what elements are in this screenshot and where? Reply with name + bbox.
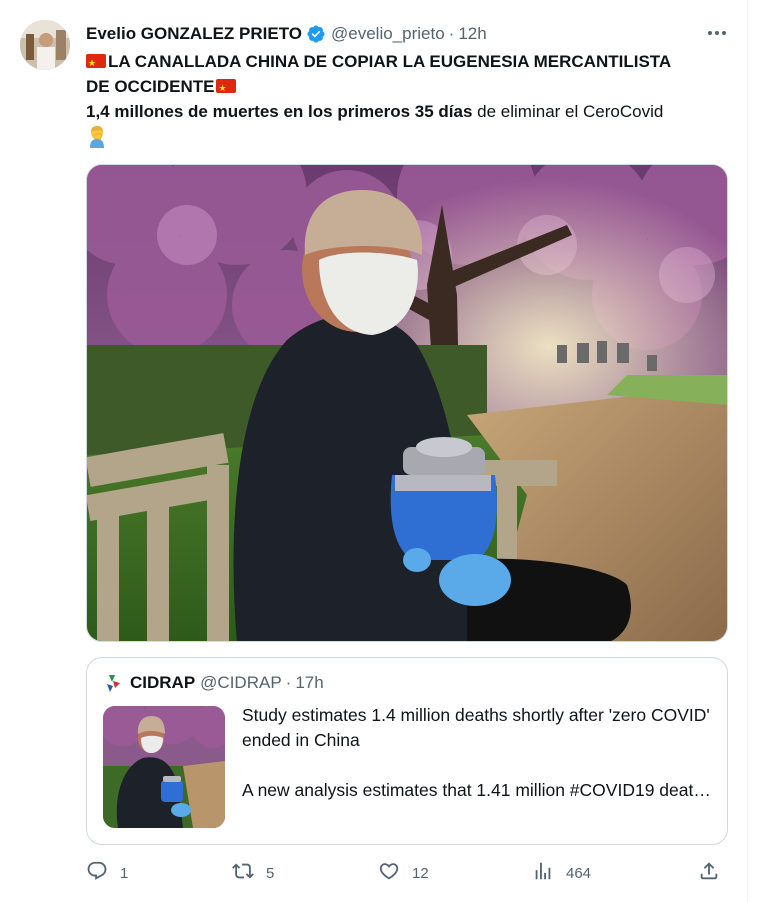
separator-dot: · bbox=[448, 24, 455, 43]
views-count: 464 bbox=[566, 864, 592, 882]
tweet-header: Evelio GONZALEZ PRIETO @evelio_prieto · … bbox=[86, 22, 726, 46]
tweet-photo[interactable] bbox=[86, 164, 728, 642]
tweet-card[interactable]: Evelio GONZALEZ PRIETO @evelio_prieto · … bbox=[0, 0, 748, 902]
repost-button[interactable]: 5 bbox=[232, 858, 274, 888]
tweet-line-1: LA CANALLADA CHINA DE COPIAR LA EUGENESI… bbox=[108, 52, 672, 71]
quoted-tweet-header: CIDRAP @CIDRAP · 17h bbox=[103, 672, 324, 694]
like-button[interactable]: 12 bbox=[378, 858, 429, 888]
author-avatar[interactable] bbox=[20, 20, 70, 70]
more-dots-icon[interactable] bbox=[704, 22, 730, 44]
quoted-body: A new analysis estimates that 1.41 milli… bbox=[242, 780, 717, 800]
tweet-action-bar: 1 5 12 464 bbox=[86, 858, 726, 888]
repost-icon bbox=[232, 860, 254, 886]
reply-button[interactable]: 1 bbox=[86, 858, 128, 888]
author-handle[interactable]: @evelio_prieto bbox=[331, 24, 445, 44]
quoted-author-handle[interactable]: @CIDRAP bbox=[200, 673, 282, 693]
heart-icon bbox=[378, 860, 400, 886]
reply-icon bbox=[86, 860, 108, 886]
quoted-title: Study estimates 1.4 million deaths short… bbox=[242, 705, 710, 750]
repost-count: 5 bbox=[266, 864, 275, 882]
china-flag-icon bbox=[86, 51, 106, 76]
china-flag-icon bbox=[216, 76, 237, 101]
tweet-timestamp[interactable]: 12h bbox=[458, 24, 486, 44]
reply-count: 1 bbox=[120, 864, 129, 882]
quoted-author-name[interactable]: CIDRAP bbox=[130, 673, 195, 693]
verified-badge-icon bbox=[306, 24, 326, 44]
tweet-text: LA CANALLADA CHINA DE COPIAR LA EUGENESI… bbox=[86, 49, 736, 151]
cidrap-logo-icon bbox=[103, 672, 125, 694]
quoted-timestamp[interactable]: 17h bbox=[295, 673, 323, 693]
views-chart-icon bbox=[532, 860, 554, 886]
tweet-line-2: DE OCCIDENTE bbox=[86, 77, 215, 96]
quoted-tweet[interactable]: CIDRAP @CIDRAP · 17h Study estimates 1.4… bbox=[86, 657, 728, 845]
tweet-line-3-bold: 1,4 millones de muertes en los primeros … bbox=[86, 102, 473, 121]
share-icon bbox=[698, 860, 720, 886]
separator-dot: · bbox=[285, 673, 292, 692]
quoted-tweet-text: Study estimates 1.4 million deaths short… bbox=[242, 703, 717, 803]
tweet-line-3-rest: de eliminar el CeroCovid bbox=[472, 102, 664, 121]
share-button[interactable] bbox=[698, 858, 720, 888]
person-facepalming-emoji-icon bbox=[86, 124, 108, 148]
views-button[interactable]: 464 bbox=[532, 858, 591, 888]
like-count: 12 bbox=[412, 864, 429, 882]
quoted-thumbnail[interactable] bbox=[103, 706, 225, 828]
author-name[interactable]: Evelio GONZALEZ PRIETO bbox=[86, 24, 302, 44]
